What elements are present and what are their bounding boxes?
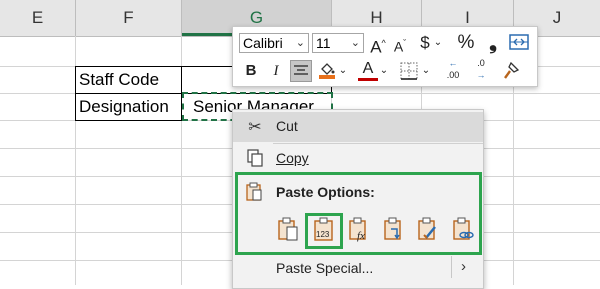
paste-button[interactable] (277, 217, 299, 243)
decrease-decimal-button[interactable]: .0 → (468, 57, 494, 80)
chevron-down-icon[interactable]: ⌄ (338, 60, 348, 82)
bold-button[interactable]: B (241, 60, 261, 82)
paste-transpose-button[interactable] (383, 217, 405, 243)
comma-style-button[interactable]: ❟ (485, 32, 501, 54)
chevron-down-icon[interactable]: ⌄ (433, 32, 443, 54)
menu-item-paste-special[interactable]: Paste Special... › (233, 254, 483, 284)
align-center-icon (294, 65, 308, 75)
chevron-down-icon[interactable]: ⌄ (379, 60, 389, 82)
decrease-font-size-button[interactable]: Aˇ (390, 32, 410, 55)
format-painter-button[interactable] (500, 60, 522, 82)
column-header-f[interactable]: F (76, 0, 182, 36)
column-header-e[interactable]: E (0, 0, 76, 36)
chevron-down-icon: ⌄ (295, 37, 305, 49)
borders-icon (400, 62, 418, 80)
menu-divider (451, 256, 452, 278)
menu-item-copy-label: Copy (276, 150, 309, 166)
paste-transpose-icon (384, 217, 401, 240)
paste-formatting-button[interactable] (417, 217, 439, 243)
borders-button[interactable] (398, 60, 420, 82)
increase-font-size-button[interactable]: A^ (368, 32, 388, 57)
chevron-right-icon: › (461, 258, 466, 275)
paste-values-icon: 123 (314, 217, 333, 241)
paste-values-button[interactable]: 123 (313, 217, 335, 243)
paste-formatting-icon (418, 217, 436, 240)
menu-item-paste-special-label: Paste Special... (276, 260, 374, 276)
menu-item-copy[interactable]: Copy (233, 144, 483, 174)
paste-link-icon (453, 217, 474, 240)
paste-options-heading: Paste Options: (276, 184, 375, 200)
scissors-icon: ✂ (248, 119, 262, 136)
merge-center-icon (509, 34, 529, 50)
currency-format-button[interactable]: $ (417, 32, 433, 54)
paste-formulas-icon: fx (349, 217, 366, 242)
chevron-down-icon: ⌄ (350, 37, 360, 49)
font-name-dropdown[interactable]: Calibri ⌄ (239, 33, 309, 53)
format-painter-icon (504, 61, 520, 79)
percent-style-button[interactable]: % (455, 32, 477, 54)
fill-color-button[interactable] (316, 60, 338, 82)
paste-formulas-button[interactable]: fx (348, 217, 370, 243)
copy-icon (245, 149, 265, 169)
paste-link-button[interactable] (452, 217, 474, 243)
italic-button[interactable]: I (266, 60, 286, 82)
increase-decimal-icon: ← (448, 58, 458, 68)
cell-staff-code-label[interactable]: Staff Code (75, 66, 182, 94)
cell-designation-label[interactable]: Designation (75, 93, 182, 121)
chevron-down-icon[interactable]: ⌄ (421, 60, 431, 82)
paint-bucket-icon (319, 63, 335, 79)
paste-icon (278, 217, 298, 241)
font-color-button[interactable]: A (358, 59, 378, 81)
menu-item-cut-label: Cut (276, 118, 298, 134)
context-menu: ✂ Cut Copy Paste Options: 123 fx Paste S… (232, 109, 484, 289)
clipboard-icon (245, 182, 263, 207)
mini-toolbar: Calibri ⌄ 11 ⌄ A^ Aˇ $ ⌄ % ❟ B I ⌄ A ⌄ ⌄… (232, 26, 538, 87)
svg-text:123: 123 (316, 230, 330, 239)
svg-text:fx: fx (357, 230, 365, 242)
merge-center-button[interactable] (508, 33, 530, 55)
increase-decimal-button[interactable]: ← .00 (440, 57, 466, 80)
align-center-button[interactable] (290, 60, 312, 82)
menu-item-cut[interactable]: ✂ Cut (233, 112, 483, 142)
decrease-decimal-icon: → (476, 70, 486, 80)
font-size-dropdown[interactable]: 11 ⌄ (312, 33, 364, 53)
